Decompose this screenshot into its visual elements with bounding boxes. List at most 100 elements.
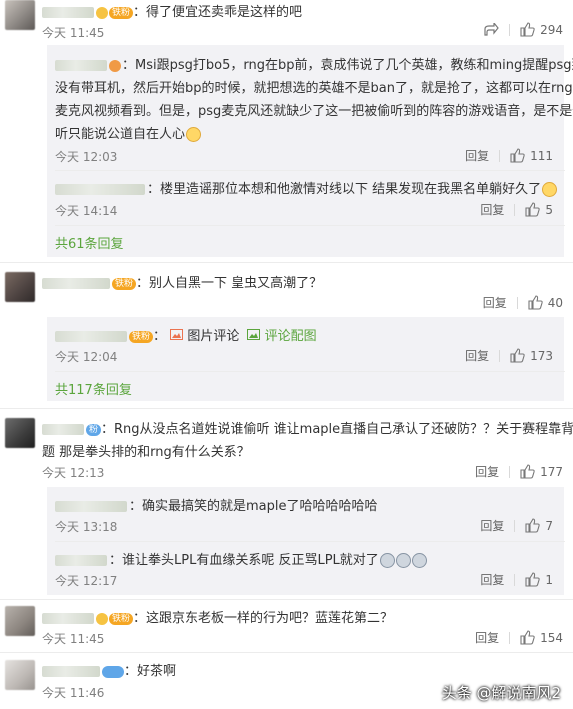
username-blurred[interactable]	[55, 60, 107, 71]
username-blurred[interactable]	[55, 555, 107, 566]
comment-time: 今天 11:45	[42, 632, 105, 646]
divider	[509, 465, 511, 478]
comment-divider	[0, 408, 573, 409]
thumbs-up-icon	[510, 348, 525, 363]
like-button[interactable]: 40	[528, 295, 563, 310]
reply-time: 今天 14:14	[55, 204, 118, 218]
divider	[516, 296, 518, 309]
comment-image-link[interactable]: 评论配图	[247, 329, 317, 344]
share-button[interactable]	[484, 23, 499, 36]
image-comment-link[interactable]	[170, 329, 187, 344]
username-blurred[interactable]	[42, 7, 94, 18]
comment-actions: 回复 154	[475, 629, 563, 646]
more-replies-link[interactable]: 共117条回复	[55, 379, 132, 398]
divider	[499, 349, 501, 362]
comment-text: ：这跟京东老板一样的行为吧？蓝莲花第二？	[133, 611, 394, 626]
thumbs-up-icon	[528, 295, 543, 310]
more-replies-link[interactable]: 共61条回复	[55, 233, 124, 252]
reply-button[interactable]: 回复	[475, 463, 499, 480]
fan-badge: 铁粉	[112, 277, 137, 290]
reply-button[interactable]: 回复	[483, 294, 507, 311]
reply-text: ：Msi跟psg打bo5，rng在bp前，袁成伟说了几个英雄，教练和ming提醒…	[55, 54, 573, 73]
username-blurred[interactable]	[42, 613, 94, 624]
reply-button[interactable]: 回复	[465, 347, 489, 364]
reply-text: ：楼里造谣那位本想和他激情对线以下 结果发现在我黑名单躺好久了	[55, 178, 558, 197]
username-blurred[interactable]	[55, 331, 127, 342]
like-count: 7	[545, 518, 553, 533]
divider	[514, 519, 516, 532]
like-button[interactable]: 7	[525, 518, 553, 533]
like-count: 154	[540, 630, 563, 645]
reply-text: ：确实最搞笑的就是maple了哈哈哈哈哈哈	[55, 495, 378, 514]
comment-text: ：好茶啊	[124, 664, 177, 679]
like-button[interactable]: 1	[525, 572, 553, 587]
reply-button[interactable]: 回复	[465, 147, 489, 164]
thumbs-up-icon	[520, 464, 535, 479]
avatar[interactable]	[5, 272, 35, 302]
avatar[interactable]	[5, 418, 35, 448]
image-icon	[170, 329, 184, 340]
comment-actions: 294	[484, 22, 563, 37]
reply-text-line: 麦克风视频看到。但是，psg麦克风还就缺少了这一把被偷听到的阵容的游戏语音，是不…	[55, 104, 573, 119]
username-blurred[interactable]	[55, 501, 127, 512]
emoji-icon	[186, 127, 202, 142]
like-count: 5	[545, 202, 553, 217]
like-count: 40	[547, 295, 563, 310]
username-blurred[interactable]	[42, 666, 100, 677]
reply-text-line: 没有带耳机，然后开始bp的时候，就把想选的英雄不是ban了，就是抢了，这都可以在…	[55, 81, 573, 96]
comment-divider	[0, 262, 573, 263]
reply-divider	[55, 371, 565, 372]
reply-actions: 回复 111	[465, 147, 553, 164]
thumbs-up-icon	[520, 22, 535, 37]
comment-time: 今天 11:45	[42, 26, 105, 40]
comment-time: 今天 12:13	[42, 466, 105, 480]
like-button[interactable]: 294	[520, 22, 563, 37]
reply-divider	[55, 541, 565, 542]
reply-divider	[55, 170, 565, 171]
comment-time: 今天 11:46	[42, 686, 105, 700]
like-button[interactable]: 111	[510, 148, 553, 163]
emoji-icon	[542, 182, 558, 197]
avatar[interactable]	[5, 660, 35, 690]
like-count: 294	[540, 22, 563, 37]
reply-button[interactable]: 回复	[480, 201, 504, 218]
image-icon	[247, 329, 261, 340]
comment-text: ：得了便宜还卖乖是这样的吧	[133, 5, 303, 20]
reply-text: ：谁让拳头LPL有血缘关系呢 反正骂LPL就对了	[55, 549, 427, 568]
username-blurred[interactable]	[42, 278, 110, 289]
fan-badge: 铁粉	[109, 6, 134, 19]
reply-button[interactable]: 回复	[480, 517, 504, 534]
reply-button[interactable]: 回复	[475, 629, 499, 646]
comment-4-text-row: 铁粉 ：这跟京东老板一样的行为吧？蓝莲花第二？	[42, 607, 393, 626]
comment-3-text-row: 粉：Rng从没点名道姓说谁偷听 谁让maple直播自己承认了还破防？？关于赛程靠…	[42, 418, 573, 437]
reply-actions: 回复 5	[480, 201, 553, 218]
like-count: 177	[540, 464, 563, 479]
comment-2-text-row: 铁粉 ：别人自黑一下 皇虫又高潮了？	[42, 272, 322, 291]
reply-actions: 回复 7	[480, 517, 553, 534]
like-button[interactable]: 177	[520, 464, 563, 479]
reply-divider	[55, 225, 565, 226]
divider	[499, 149, 501, 162]
comment-actions: 回复 177	[475, 463, 563, 480]
like-count: 1	[545, 572, 553, 587]
like-button[interactable]: 5	[525, 202, 553, 217]
thumbs-up-icon	[510, 148, 525, 163]
reply-button[interactable]: 回复	[480, 571, 504, 588]
avatar[interactable]	[5, 0, 35, 30]
emoji-icon	[379, 553, 395, 568]
comment-5-text-row: ：好茶啊	[42, 660, 176, 679]
like-button[interactable]: 173	[510, 348, 553, 363]
emoji-icon	[395, 553, 411, 568]
avatar[interactable]	[5, 606, 35, 636]
username-blurred[interactable]	[42, 424, 84, 435]
like-count: 111	[530, 148, 553, 163]
comment-divider	[0, 652, 573, 653]
reply-actions: 回复 173	[465, 347, 553, 364]
thumbs-up-icon	[525, 518, 541, 533]
divider	[514, 573, 516, 586]
like-button[interactable]: 154	[520, 630, 563, 645]
reply-text: 铁粉： 图片评论 评论配图	[55, 325, 317, 344]
crown-icon	[109, 59, 121, 72]
username-blurred[interactable]	[55, 184, 145, 195]
comment-divider	[0, 599, 573, 600]
